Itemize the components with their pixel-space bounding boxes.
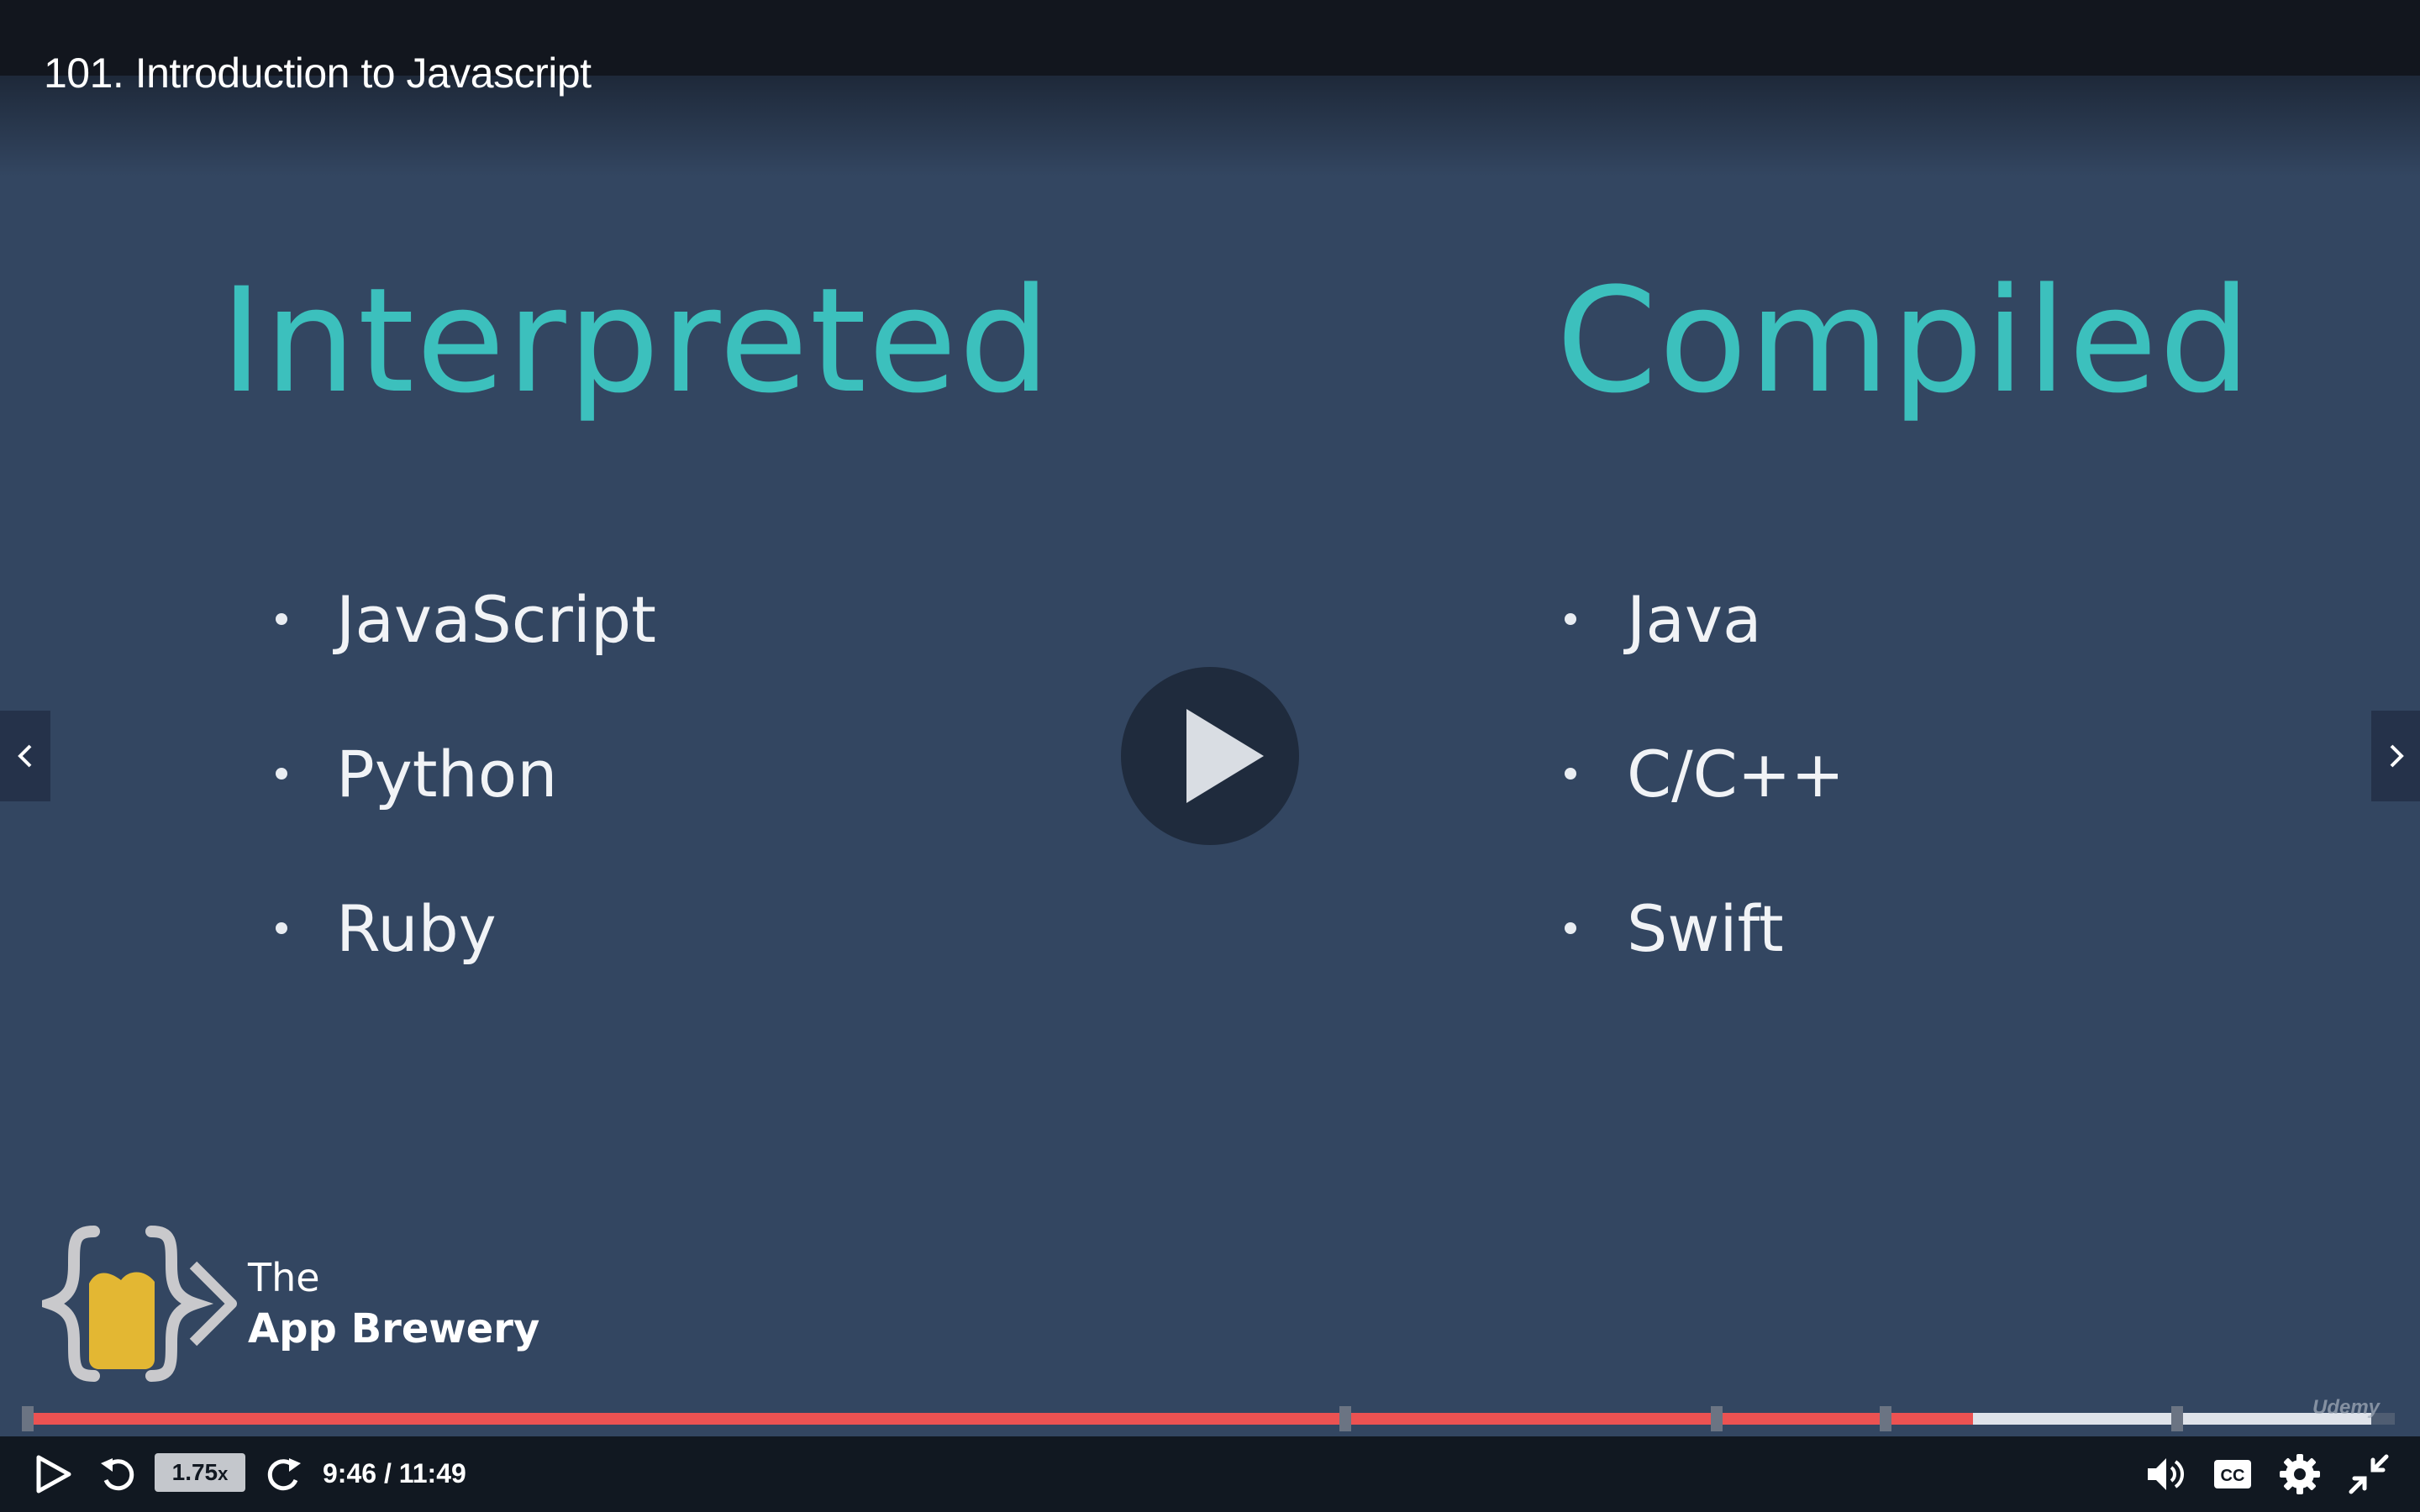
big-play-button[interactable] xyxy=(1121,667,1299,845)
bullet xyxy=(276,768,287,780)
brand-name-label: App Brewery xyxy=(248,1305,540,1352)
gear-icon xyxy=(2280,1454,2320,1494)
control-bar: 1.75x 9:46 / 11:49 CC xyxy=(0,1436,2420,1512)
chapter-marker[interactable] xyxy=(22,1406,34,1431)
language-label: Python xyxy=(336,737,558,811)
speed-value: 1.75 xyxy=(171,1459,218,1485)
bullet xyxy=(1565,922,1576,934)
next-lecture-button[interactable] xyxy=(2371,711,2420,801)
cc-icon: CC xyxy=(2214,1460,2251,1488)
interpreted-heading: Interpreted xyxy=(220,256,1053,425)
speed-suffix: x xyxy=(218,1463,229,1484)
video-stage[interactable]: 101. Introduction to Javascript Interpre… xyxy=(0,0,2420,1512)
chapter-marker[interactable] xyxy=(1339,1406,1351,1431)
play-button[interactable] xyxy=(32,1453,74,1495)
chapter-marker[interactable] xyxy=(1880,1406,1891,1431)
app-brewery-logo xyxy=(42,1226,237,1382)
lecture-title: 101. Introduction to Javascript xyxy=(44,50,592,97)
playback-speed-button[interactable]: 1.75x xyxy=(155,1453,245,1492)
chapter-marker[interactable] xyxy=(2171,1406,2183,1431)
chevron-left-icon xyxy=(18,744,32,768)
exit-fullscreen-icon xyxy=(2349,1454,2389,1494)
forward-icon xyxy=(267,1458,301,1491)
udemy-watermark: Udemy xyxy=(2312,1396,2381,1419)
previous-lecture-button[interactable] xyxy=(0,711,50,801)
brand-the-label: The xyxy=(248,1255,320,1300)
language-label: C/C++ xyxy=(1627,737,1845,811)
compiled-heading: Compiled xyxy=(1556,256,2253,425)
volume-button[interactable] xyxy=(2144,1453,2186,1495)
forward-button[interactable] xyxy=(262,1453,304,1495)
language-label: JavaScript xyxy=(336,582,656,657)
progress-played xyxy=(25,1413,1974,1425)
language-label: Java xyxy=(1627,582,1762,657)
captions-button[interactable]: CC xyxy=(2212,1453,2254,1495)
language-label: Swift xyxy=(1627,891,1784,966)
play-icon xyxy=(1186,709,1264,803)
rewind-button[interactable] xyxy=(97,1453,139,1495)
bullet xyxy=(1565,613,1576,625)
bullet xyxy=(1565,768,1576,780)
progress-bar[interactable] xyxy=(22,1406,2395,1431)
exit-fullscreen-button[interactable] xyxy=(2348,1453,2390,1495)
svg-text:CC: CC xyxy=(2221,1467,2245,1485)
settings-button[interactable] xyxy=(2279,1453,2321,1495)
time-display: 9:46 / 11:49 xyxy=(323,1458,466,1488)
rewind-icon xyxy=(101,1458,134,1491)
bullet xyxy=(276,613,287,625)
language-label: Ruby xyxy=(336,891,497,966)
bullet xyxy=(276,922,287,934)
chapter-marker[interactable] xyxy=(1711,1406,1723,1431)
play-icon xyxy=(36,1455,71,1494)
chevron-right-icon xyxy=(2390,744,2404,768)
volume-icon xyxy=(2148,1458,2184,1490)
